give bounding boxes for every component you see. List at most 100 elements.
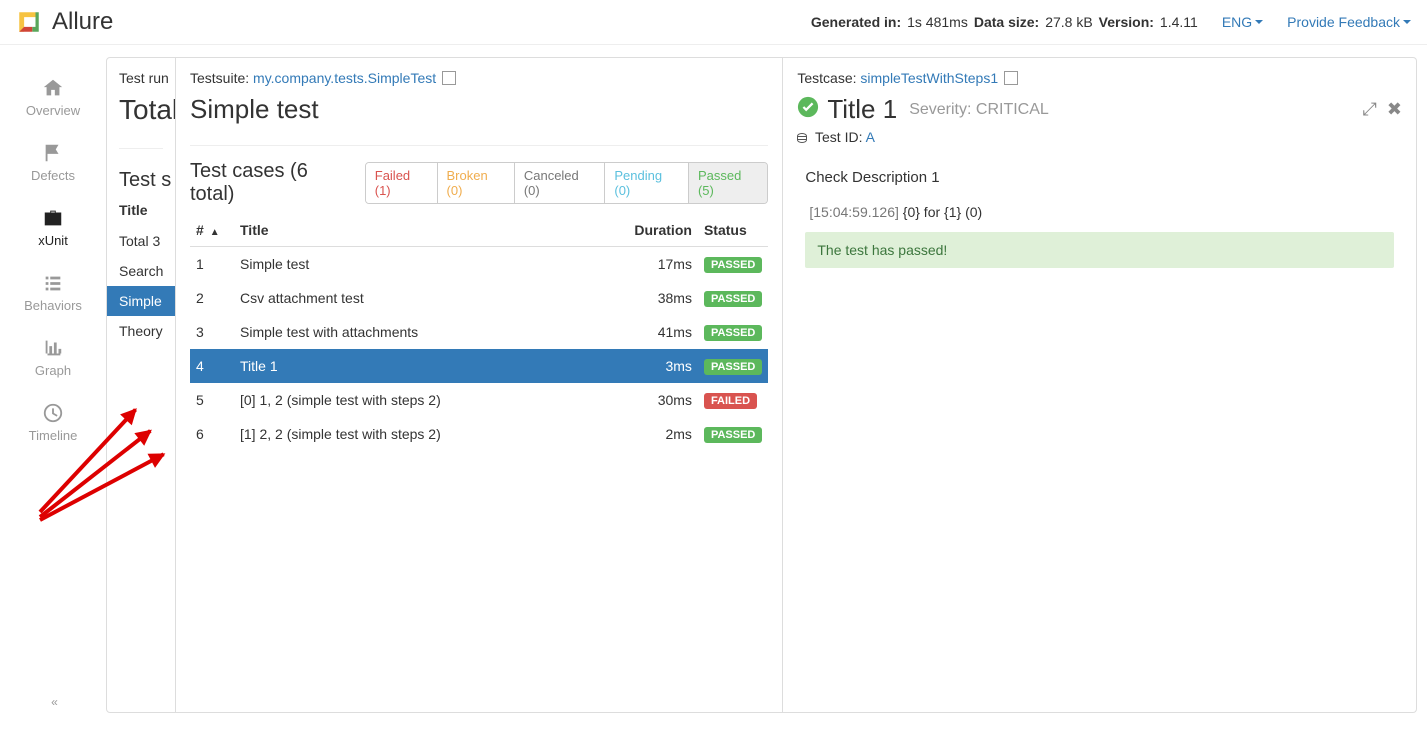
cell-status: PASSED xyxy=(698,417,768,451)
cell-duration: 38ms xyxy=(618,281,698,315)
expand-icon[interactable]: ⤢ xyxy=(1363,99,1377,120)
divider xyxy=(119,148,163,149)
filter-pending[interactable]: Pending (0) xyxy=(605,163,689,203)
close-icon[interactable]: ✖ xyxy=(1387,99,1402,120)
feedback-label: Provide Feedback xyxy=(1287,14,1400,30)
copy-icon[interactable] xyxy=(1006,73,1018,85)
testcase-row[interactable]: 6[1] 2, 2 (simple test with steps 2)2ms P… xyxy=(190,417,768,451)
sidenav-label: Defects xyxy=(31,168,75,183)
col1-title: Total xyxy=(119,94,163,126)
col1-header-title: Title xyxy=(119,192,163,226)
sidenav-item-xunit[interactable]: xUnit xyxy=(0,195,106,260)
col1-breadcrumb: Test run xyxy=(119,70,163,86)
severity-value: CRITICAL xyxy=(976,101,1049,118)
cell-num: 6 xyxy=(190,417,234,451)
cell-duration: 2ms xyxy=(618,417,698,451)
step-text: {0} for {1} (0) xyxy=(903,204,982,220)
crumb-label: Testsuite: xyxy=(190,70,249,86)
language-dropdown[interactable]: ENG xyxy=(1222,14,1263,30)
cell-duration: 41ms xyxy=(618,315,698,349)
topbar-meta: Generated in: 1s 481ms Data size: 27.8 k… xyxy=(811,14,1411,30)
suite-row[interactable]: Theory xyxy=(119,316,163,346)
step-line[interactable]: [15:04:59.126] {0} for {1} (0) xyxy=(805,200,1394,224)
cell-status: PASSED xyxy=(698,349,768,383)
cell-duration: 3ms xyxy=(618,349,698,383)
suite-row[interactable]: Total 3 xyxy=(119,226,163,256)
cell-title: [1] 2, 2 (simple test with steps 2) xyxy=(234,417,618,451)
crumb-link[interactable]: simpleTestWithSteps1 xyxy=(860,70,998,86)
filter-canceled[interactable]: Canceled (0) xyxy=(515,163,606,203)
generated-label: Generated in: xyxy=(811,14,901,30)
testid-link[interactable]: A xyxy=(866,129,875,145)
sidenav-item-graph[interactable]: Graph xyxy=(0,325,106,390)
version-label: Version: xyxy=(1099,14,1154,30)
col-header-num[interactable]: #▲ xyxy=(190,214,234,247)
testcases-table: #▲ Title Duration Status 1Simple test17m… xyxy=(190,214,768,451)
cell-num: 1 xyxy=(190,247,234,282)
database-icon xyxy=(797,133,807,143)
severity-label: Severity: xyxy=(909,101,971,118)
sidenav-label: xUnit xyxy=(38,233,68,248)
cell-title: Simple test xyxy=(234,247,618,282)
generated-value: 1s 481ms xyxy=(907,14,968,30)
home-icon xyxy=(39,77,67,99)
testcases-panel: Testsuite: my.company.tests.SimpleTest S… xyxy=(176,57,783,713)
col-header-duration[interactable]: Duration xyxy=(618,214,698,247)
detail-header: Title 1 Severity: CRITICAL ⤢ ✖ xyxy=(797,94,1402,125)
col-header-status[interactable]: Status xyxy=(698,214,768,247)
sidenav-label: Overview xyxy=(26,103,80,118)
filter-failed[interactable]: Failed (1) xyxy=(366,163,438,203)
status-filter-pills: Failed (1) Broken (0) Canceled (0) Pendi… xyxy=(365,162,769,204)
description-title: Check Description 1 xyxy=(805,169,1394,186)
layout: Overview Defects xUnit Behaviors Graph T… xyxy=(0,45,1427,725)
cell-title: [0] 1, 2 (simple test with steps 2) xyxy=(234,383,618,417)
testcase-row[interactable]: 2Csv attachment test38msPASSED xyxy=(190,281,768,315)
topbar: Allure Generated in: 1s 481ms Data size:… xyxy=(0,0,1427,45)
feedback-dropdown[interactable]: Provide Feedback xyxy=(1287,14,1411,30)
testcase-detail-panel: Testcase: simpleTestWithSteps1 Title 1 S… xyxy=(783,57,1417,713)
sidenav-label: Timeline xyxy=(29,428,78,443)
status-badge: FAILED xyxy=(704,393,757,409)
suite-row[interactable]: Search xyxy=(119,256,163,286)
barchart-icon xyxy=(39,337,67,359)
check-circle-icon xyxy=(797,96,819,124)
clock-icon xyxy=(39,402,67,424)
status-badge: PASSED xyxy=(704,257,762,273)
main-content: Test run Total Test s Title Total 3 Sear… xyxy=(106,45,1427,725)
sidenav-item-behaviors[interactable]: Behaviors xyxy=(0,260,106,325)
pass-banner: The test has passed! xyxy=(805,232,1394,268)
testcase-row[interactable]: 3Simple test with attachments41msPASSED xyxy=(190,315,768,349)
testcase-row[interactable]: 1Simple test17msPASSED xyxy=(190,247,768,282)
cell-status: PASSED xyxy=(698,247,768,282)
filter-passed[interactable]: Passed (5) xyxy=(689,163,767,203)
cell-status: PASSED xyxy=(698,281,768,315)
filter-broken[interactable]: Broken (0) xyxy=(438,163,515,203)
cell-duration: 30ms xyxy=(618,383,698,417)
crumb-link[interactable]: my.company.tests.SimpleTest xyxy=(253,70,436,86)
sidenav-item-overview[interactable]: Overview xyxy=(0,65,106,130)
cell-title: Title 1 xyxy=(234,349,618,383)
caret-down-icon xyxy=(1255,20,1263,24)
collapse-sidebar-button[interactable]: « xyxy=(51,695,55,709)
detail-actions: ⤢ ✖ xyxy=(1363,99,1403,120)
cell-title: Csv attachment test xyxy=(234,281,618,315)
status-badge: PASSED xyxy=(704,427,762,443)
cell-num: 4 xyxy=(190,349,234,383)
cell-num: 3 xyxy=(190,315,234,349)
logo-wrap: Allure xyxy=(16,8,113,36)
tests-header: Test cases (6 total) Failed (1) Broken (… xyxy=(190,160,768,206)
suite-row-selected[interactable]: Simple xyxy=(107,286,175,316)
datasize-label: Data size: xyxy=(974,14,1039,30)
testcase-row[interactable]: 4Title 13msPASSED xyxy=(190,349,768,383)
status-badge: PASSED xyxy=(704,325,762,341)
list-icon xyxy=(39,272,67,294)
cell-num: 5 xyxy=(190,383,234,417)
testcase-row[interactable]: 5[0] 1, 2 (simple test with steps 2)30ms… xyxy=(190,383,768,417)
col-header-title[interactable]: Title xyxy=(234,214,618,247)
sidenav-item-timeline[interactable]: Timeline xyxy=(0,390,106,455)
copy-icon[interactable] xyxy=(444,73,456,85)
cell-status: FAILED xyxy=(698,383,768,417)
cell-status: PASSED xyxy=(698,315,768,349)
sidenav-item-defects[interactable]: Defects xyxy=(0,130,106,195)
flag-icon xyxy=(39,142,67,164)
